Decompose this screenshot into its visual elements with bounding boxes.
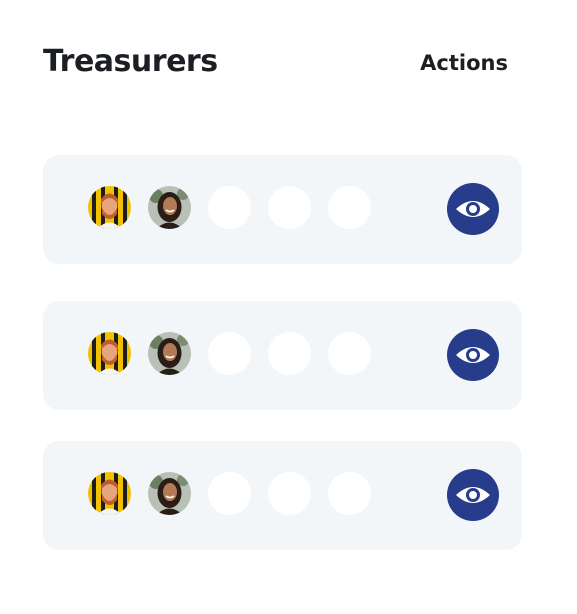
empty-avatar-slot[interactable] bbox=[268, 186, 311, 229]
empty-avatar-slot[interactable] bbox=[268, 332, 311, 375]
avatar-woman-curly-hair[interactable] bbox=[148, 472, 191, 515]
actions-column-heading: Actions bbox=[420, 51, 508, 75]
avatar-woman-curly-hair[interactable] bbox=[148, 186, 191, 229]
empty-avatar-slot[interactable] bbox=[208, 472, 251, 515]
eye-icon bbox=[456, 201, 490, 217]
view-button[interactable] bbox=[447, 469, 499, 521]
avatar-group bbox=[88, 332, 388, 375]
view-button[interactable] bbox=[447, 183, 499, 235]
table-header: Treasurers Actions bbox=[43, 40, 508, 90]
empty-avatar-slot[interactable] bbox=[328, 332, 371, 375]
empty-avatar-slot[interactable] bbox=[208, 332, 251, 375]
treasurer-row bbox=[43, 155, 522, 264]
page-title: Treasurers bbox=[43, 44, 218, 79]
eye-icon bbox=[456, 347, 490, 363]
empty-avatar-slot[interactable] bbox=[328, 472, 371, 515]
treasurer-row bbox=[43, 301, 522, 410]
eye-icon bbox=[456, 487, 490, 503]
avatar-group bbox=[88, 472, 388, 515]
avatar-man-beard[interactable] bbox=[88, 186, 131, 229]
treasurer-row bbox=[43, 441, 522, 550]
empty-avatar-slot[interactable] bbox=[208, 186, 251, 229]
avatar-group bbox=[88, 186, 388, 229]
view-button[interactable] bbox=[447, 329, 499, 381]
avatar-woman-curly-hair[interactable] bbox=[148, 332, 191, 375]
empty-avatar-slot[interactable] bbox=[328, 186, 371, 229]
empty-avatar-slot[interactable] bbox=[268, 472, 311, 515]
avatar-man-beard[interactable] bbox=[88, 472, 131, 515]
avatar-man-beard[interactable] bbox=[88, 332, 131, 375]
